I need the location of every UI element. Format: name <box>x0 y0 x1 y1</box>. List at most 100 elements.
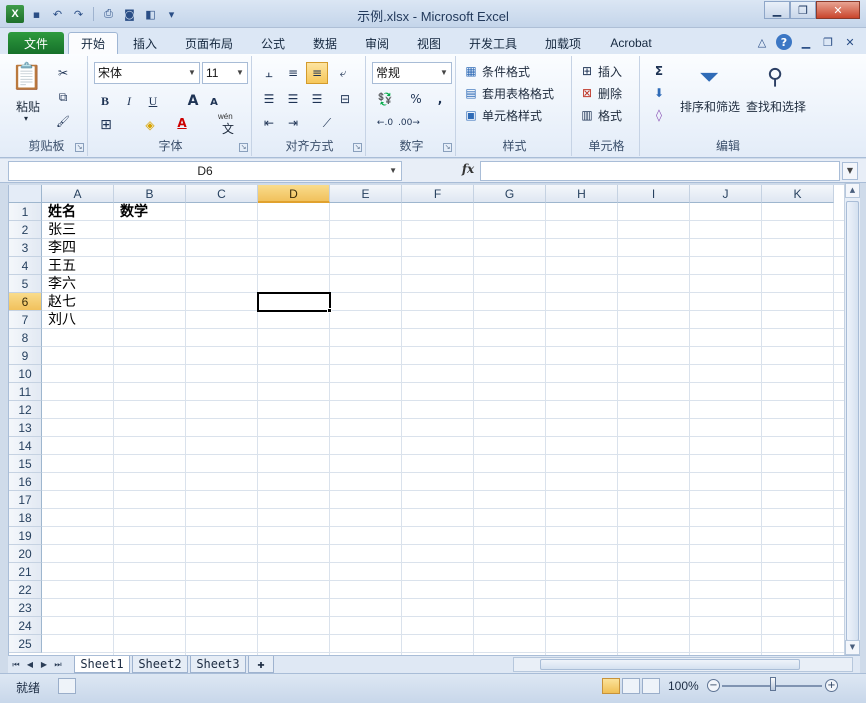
row-header-3[interactable]: 3 <box>9 239 42 257</box>
next-sheet-icon[interactable]: ▶ <box>38 657 50 672</box>
format-cells-button[interactable]: 格式 <box>598 107 622 124</box>
font-color-icon[interactable]: A <box>174 114 190 132</box>
scroll-up-icon[interactable]: ▲ <box>845 183 860 198</box>
number-launcher-icon[interactable]: ↘ <box>443 143 452 152</box>
row-header-1[interactable]: 1 <box>9 203 42 221</box>
format-as-table-button[interactable]: 套用表格格式 <box>482 85 554 102</box>
sheet-tab-2[interactable]: Sheet2 <box>132 656 188 673</box>
tab-review[interactable]: 审阅 <box>354 32 400 54</box>
find-select-button[interactable]: 查找和选择 <box>746 98 806 115</box>
row-header-23[interactable]: 23 <box>9 599 42 617</box>
paste-icon[interactable]: 📋 <box>11 60 43 94</box>
row-header-25[interactable]: 25 <box>9 635 42 653</box>
row-header-4[interactable]: 4 <box>9 257 42 275</box>
bold-button[interactable]: B <box>96 92 114 110</box>
formula-input[interactable] <box>480 161 840 181</box>
tab-file[interactable]: 文件 <box>8 32 64 54</box>
prev-sheet-icon[interactable]: ◀ <box>24 657 36 672</box>
comma-button[interactable]: , <box>432 90 448 108</box>
normal-view-button[interactable] <box>602 678 620 694</box>
minimize-button[interactable]: ▁ <box>764 1 790 19</box>
clipboard-launcher-icon[interactable]: ↘ <box>75 143 84 152</box>
row-header-14[interactable]: 14 <box>9 437 42 455</box>
tab-page-layout[interactable]: 页面布局 <box>172 32 246 54</box>
insert-sheet-icon[interactable]: ✚ <box>248 656 274 673</box>
align-center-icon[interactable]: ☰ <box>284 90 302 108</box>
wrap-text-icon[interactable]: ⤶ <box>334 64 352 82</box>
row-header-21[interactable]: 21 <box>9 563 42 581</box>
row-header-11[interactable]: 11 <box>9 383 42 401</box>
row-header-7[interactable]: 7 <box>9 311 42 329</box>
vertical-scrollbar[interactable]: ▲ ▼ <box>844 183 860 655</box>
worksheet-grid[interactable]: A B C D E F G H I J K 1 2 3 4 5 6 7 8 9 10 11 12 13 14 15 16 17 18 19… <box>8 185 844 655</box>
expand-formula-icon[interactable]: ▼ <box>842 162 858 180</box>
column-header-j[interactable]: J <box>690 185 762 203</box>
column-header-g[interactable]: G <box>474 185 546 203</box>
font-size-combo[interactable]: 11 ▼ <box>202 62 248 84</box>
column-header-c[interactable]: C <box>186 185 258 203</box>
border-icon[interactable]: ⊞ <box>96 116 116 134</box>
page-break-view-button[interactable] <box>642 678 660 694</box>
align-top-icon[interactable]: ⫠ <box>260 64 278 82</box>
column-header-i[interactable]: I <box>618 185 690 203</box>
font-name-combo[interactable]: 宋体 ▼ <box>94 62 200 84</box>
column-header-b[interactable]: B <box>114 185 186 203</box>
grow-font-button[interactable]: A <box>184 92 202 110</box>
doc-close-icon[interactable]: ✕ <box>842 34 858 50</box>
tab-formulas[interactable]: 公式 <box>250 32 296 54</box>
font-launcher-icon[interactable]: ↘ <box>239 143 248 152</box>
increase-decimal-icon[interactable]: ←.0 <box>374 114 396 132</box>
paste-dropdown-icon[interactable]: ▾ <box>24 114 28 123</box>
page-layout-view-button[interactable] <box>622 678 640 694</box>
zoom-in-button[interactable]: + <box>825 679 838 692</box>
format-painter-icon[interactable]: 🖌 <box>54 112 72 130</box>
maximize-button[interactable]: ❐ <box>790 1 816 19</box>
insert-cells-button[interactable]: 插入 <box>598 63 622 80</box>
doc-minimize-icon[interactable]: ▁ <box>798 34 814 50</box>
doc-restore-icon[interactable]: ❐ <box>820 34 836 50</box>
row-header-22[interactable]: 22 <box>9 581 42 599</box>
increase-indent-icon[interactable]: ⇥ <box>284 114 302 132</box>
align-bottom-icon[interactable]: ≡ <box>306 62 328 84</box>
active-cell-border[interactable] <box>257 292 331 312</box>
macro-record-icon[interactable] <box>58 678 76 694</box>
row-header-12[interactable]: 12 <box>9 401 42 419</box>
insert-function-button[interactable]: fx <box>458 162 478 180</box>
copy-icon[interactable]: ⧉ <box>54 88 72 106</box>
column-header-a[interactable]: A <box>42 185 114 203</box>
collapse-ribbon-icon[interactable]: △ <box>754 34 770 50</box>
phonetic-guide-button[interactable]: 文 <box>222 120 234 137</box>
align-left-icon[interactable]: ☰ <box>260 90 278 108</box>
fill-icon[interactable]: ⬇ <box>650 84 668 102</box>
delete-cells-button[interactable]: 删除 <box>598 85 622 102</box>
sort-filter-button[interactable]: 排序和筛选 <box>680 98 740 115</box>
tab-developer[interactable]: 开发工具 <box>458 32 528 54</box>
row-header-16[interactable]: 16 <box>9 473 42 491</box>
tab-home[interactable]: 开始 <box>68 32 118 54</box>
clear-icon[interactable]: ◊ <box>650 106 668 124</box>
first-sheet-icon[interactable]: ⏮ <box>10 657 22 672</box>
horizontal-scrollbar[interactable] <box>513 657 853 672</box>
row-header-8[interactable]: 8 <box>9 329 42 347</box>
row-header-9[interactable]: 9 <box>9 347 42 365</box>
horizontal-scroll-thumb[interactable] <box>540 659 800 670</box>
find-select-icon[interactable]: ⚲ <box>760 62 790 92</box>
fill-color-icon[interactable]: ◈ <box>140 116 160 134</box>
percent-button[interactable]: % <box>408 90 424 108</box>
sheet-tab-3[interactable]: Sheet3 <box>190 656 246 673</box>
zoom-out-button[interactable]: − <box>707 679 720 692</box>
column-header-h[interactable]: H <box>546 185 618 203</box>
cell-a2[interactable]: 张三 <box>46 221 112 239</box>
cell-a1[interactable]: 姓名 <box>46 203 112 221</box>
orientation-icon[interactable]: ⟋ <box>316 114 338 132</box>
row-header-13[interactable]: 13 <box>9 419 42 437</box>
cell-a4[interactable]: 王五 <box>46 257 112 275</box>
row-header-2[interactable]: 2 <box>9 221 42 239</box>
zoom-level[interactable]: 100% <box>668 679 699 693</box>
italic-button[interactable]: I <box>120 92 138 110</box>
row-header-10[interactable]: 10 <box>9 365 42 383</box>
last-sheet-icon[interactable]: ⏭ <box>52 657 64 672</box>
cell-a5[interactable]: 李六 <box>46 275 112 293</box>
tab-view[interactable]: 视图 <box>404 32 454 54</box>
help-icon[interactable]: ? <box>776 34 792 50</box>
